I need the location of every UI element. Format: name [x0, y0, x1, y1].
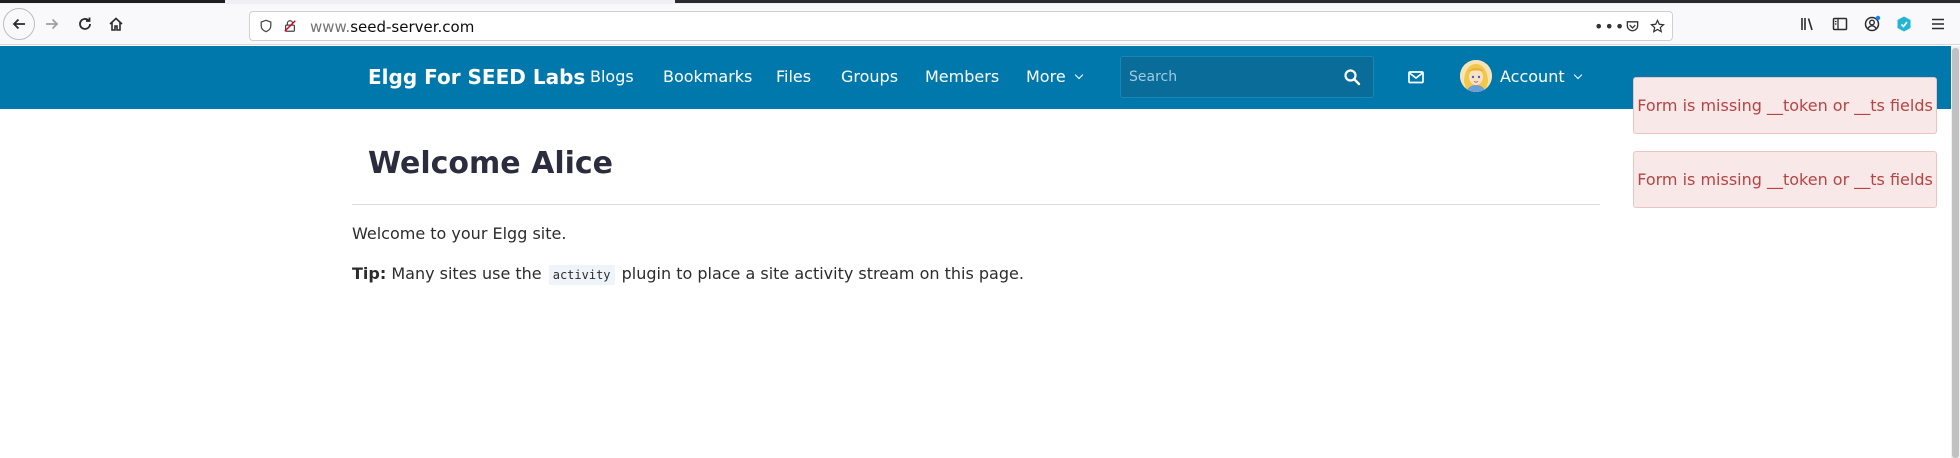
- site-brand-link[interactable]: Elgg For SEED Labs: [368, 65, 585, 89]
- url-prefix: www.: [310, 18, 351, 36]
- tab-strip-dark: [675, 0, 1960, 3]
- nav-files[interactable]: Files: [776, 67, 811, 86]
- tip-before: Many sites use the: [391, 264, 542, 283]
- insecure-lock-icon[interactable]: [282, 18, 298, 34]
- account-label: Account: [1500, 67, 1565, 86]
- forward-icon: [46, 18, 59, 30]
- home-icon: [109, 17, 123, 31]
- menu-icon: [1932, 18, 1944, 30]
- search-icon[interactable]: [1343, 68, 1361, 86]
- avatar-image: [1460, 60, 1492, 92]
- library-button[interactable]: [1792, 8, 1824, 40]
- messages-icon[interactable]: [1406, 67, 1426, 87]
- tip-label: Tip:: [352, 264, 387, 283]
- library-icon: [1801, 18, 1813, 31]
- star-icon[interactable]: [1649, 18, 1665, 34]
- chevron-down-icon: [1074, 70, 1083, 80]
- menu-button[interactable]: [1922, 8, 1954, 40]
- reload-button[interactable]: [69, 8, 101, 40]
- address-bar[interactable]: www.seed-server.com •••: [249, 11, 1673, 41]
- back-button[interactable]: [3, 8, 35, 40]
- sidebar-button[interactable]: [1824, 8, 1856, 40]
- url-domain: seed-server.com: [350, 18, 475, 36]
- nav-bookmarks[interactable]: Bookmarks: [663, 67, 752, 86]
- url-text[interactable]: www.seed-server.com: [310, 18, 474, 36]
- tip-code: activity: [548, 265, 615, 285]
- account-icon: [1864, 15, 1881, 32]
- tab-indicator: [0, 0, 225, 3]
- account-button[interactable]: [1856, 8, 1888, 40]
- title-divider: [352, 204, 1600, 205]
- tip-after: plugin to place a site activity stream o…: [621, 264, 1024, 283]
- sidebar-icon: [1832, 17, 1848, 31]
- chevron-down-icon: [1573, 70, 1582, 80]
- shield-icon[interactable]: [258, 18, 274, 34]
- search-box: [1120, 56, 1374, 98]
- nav-members[interactable]: Members: [925, 67, 999, 86]
- nav-more-label: More: [1026, 67, 1066, 86]
- page-scrollbar[interactable]: [1951, 46, 1960, 458]
- welcome-text: Welcome to your Elgg site.: [352, 224, 567, 243]
- extension-icon: [1897, 16, 1911, 32]
- reload-icon: [79, 17, 91, 30]
- back-icon: [12, 18, 25, 30]
- tip-text: Tip: Many sites use the activity plugin …: [352, 264, 1024, 285]
- nav-blogs[interactable]: Blogs: [590, 67, 634, 86]
- nav-groups[interactable]: Groups: [841, 67, 898, 86]
- home-button[interactable]: [100, 8, 132, 40]
- account-menu[interactable]: Account: [1500, 67, 1582, 86]
- more-icon[interactable]: •••: [1594, 17, 1625, 36]
- browser-toolbar: www.seed-server.com •••: [0, 4, 1960, 45]
- pocket-icon[interactable]: [1624, 18, 1640, 34]
- error-message[interactable]: Form is missing __token or __ts fields: [1633, 77, 1937, 134]
- search-input[interactable]: [1129, 57, 1329, 97]
- avatar[interactable]: [1460, 60, 1492, 92]
- extension-button[interactable]: [1888, 8, 1920, 40]
- nav-more[interactable]: More: [1026, 67, 1083, 86]
- forward-button[interactable]: [36, 8, 68, 40]
- scrollbar-thumb[interactable]: [1952, 48, 1959, 458]
- page-title: Welcome Alice: [368, 146, 614, 181]
- error-message[interactable]: Form is missing __token or __ts fields: [1633, 151, 1937, 208]
